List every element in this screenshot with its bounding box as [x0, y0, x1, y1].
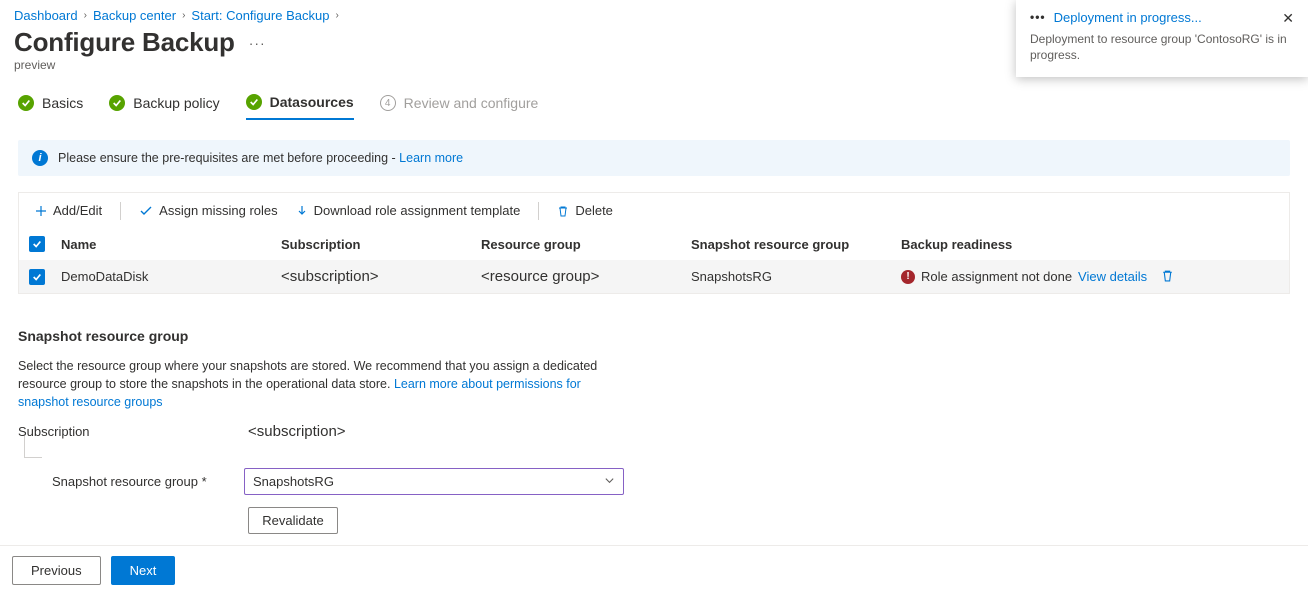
row-checkbox[interactable]	[29, 269, 45, 285]
view-details-link[interactable]: View details	[1078, 269, 1147, 284]
page-title: Configure Backup	[14, 27, 235, 58]
chevron-right-icon: ›	[84, 10, 87, 21]
plus-icon	[35, 205, 47, 217]
col-snapshot-rg: Snapshot resource group	[691, 237, 901, 252]
step-basics[interactable]: Basics	[18, 95, 83, 119]
chevron-right-icon: ›	[335, 10, 338, 21]
snapshot-rg-label: Snapshot resource group *	[52, 474, 228, 489]
section-heading: Snapshot resource group	[18, 328, 1290, 344]
cell-readiness: ! Role assignment not done View details	[901, 269, 1279, 285]
check-icon	[139, 205, 153, 217]
info-icon: i	[32, 150, 48, 166]
chevron-down-icon	[604, 474, 615, 489]
subscription-label: Subscription	[18, 424, 228, 439]
close-icon[interactable]: ✕	[1282, 10, 1294, 27]
datasource-table: Name Subscription Resource group Snapsho…	[18, 228, 1290, 294]
step-label: Basics	[42, 95, 83, 111]
divider	[120, 202, 121, 220]
assign-roles-button[interactable]: Assign missing roles	[133, 199, 284, 222]
check-icon	[18, 95, 34, 111]
table-row[interactable]: DemoDataDisk <subscription> <resource gr…	[19, 260, 1289, 293]
download-template-button[interactable]: Download role assignment template	[290, 199, 527, 222]
more-icon[interactable]: ···	[249, 35, 266, 51]
breadcrumb-item[interactable]: Start: Configure Backup	[191, 8, 329, 23]
breadcrumb-item[interactable]: Backup center	[93, 8, 176, 23]
subscription-value: <subscription>	[248, 423, 346, 440]
cell-resource-group: <resource group>	[481, 268, 691, 285]
step-label: Backup policy	[133, 95, 219, 111]
toast-title[interactable]: Deployment in progress...	[1054, 10, 1275, 25]
snapshot-rg-section: Snapshot resource group Select the resou…	[0, 294, 1308, 534]
add-edit-button[interactable]: Add/Edit	[29, 199, 108, 222]
delete-button[interactable]: Delete	[551, 199, 619, 222]
footer-bar: Previous Next	[0, 545, 1308, 595]
step-review: 4 Review and configure	[380, 95, 539, 119]
section-description: Select the resource group where your sna…	[18, 357, 618, 411]
toast-body: Deployment to resource group 'ContosoRG'…	[1030, 31, 1294, 63]
col-name: Name	[61, 237, 281, 252]
check-icon	[109, 95, 125, 111]
row-delete-icon[interactable]	[1161, 269, 1174, 285]
cell-subscription: <subscription>	[281, 268, 481, 285]
revalidate-button[interactable]: Revalidate	[248, 507, 338, 534]
check-icon	[246, 94, 262, 110]
step-label: Review and configure	[404, 95, 539, 111]
step-datasources[interactable]: Datasources	[246, 94, 354, 120]
col-subscription: Subscription	[281, 237, 481, 252]
select-all-checkbox[interactable]	[29, 236, 45, 252]
cell-snapshot-rg: SnapshotsRG	[691, 269, 901, 284]
previous-button[interactable]: Previous	[12, 556, 101, 585]
chevron-right-icon: ›	[182, 10, 185, 21]
step-label: Datasources	[270, 94, 354, 110]
banner-learn-more[interactable]: Learn more	[399, 151, 463, 165]
cell-name: DemoDataDisk	[61, 269, 281, 284]
tree-connector-icon	[24, 436, 42, 458]
next-button[interactable]: Next	[111, 556, 176, 585]
divider	[538, 202, 539, 220]
col-resource-group: Resource group	[481, 237, 691, 252]
error-icon: !	[901, 270, 915, 284]
col-readiness: Backup readiness	[901, 237, 1279, 252]
info-banner: i Please ensure the pre-requisites are m…	[18, 140, 1290, 176]
table-toolbar: Add/Edit Assign missing roles Download r…	[18, 192, 1290, 228]
stepper: Basics Backup policy Datasources 4 Revie…	[0, 88, 1308, 120]
trash-icon	[557, 205, 569, 217]
notification-toast: ••• Deployment in progress... ✕ Deployme…	[1016, 0, 1308, 77]
step-backup-policy[interactable]: Backup policy	[109, 95, 219, 119]
progress-icon: •••	[1030, 10, 1046, 24]
breadcrumb-item[interactable]: Dashboard	[14, 8, 78, 23]
table-header-row: Name Subscription Resource group Snapsho…	[19, 228, 1289, 260]
download-icon	[296, 205, 308, 217]
banner-text: Please ensure the pre-requisites are met…	[58, 151, 399, 165]
snapshot-rg-select[interactable]: SnapshotsRG	[244, 468, 624, 495]
select-value: SnapshotsRG	[253, 474, 334, 489]
step-number-icon: 4	[380, 95, 396, 111]
